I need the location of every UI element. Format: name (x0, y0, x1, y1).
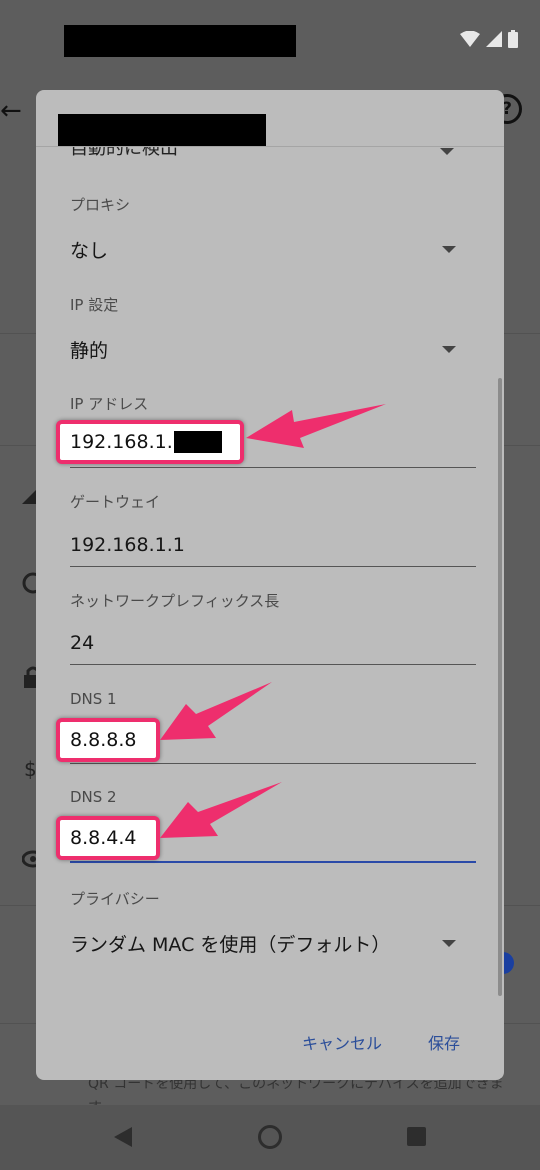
proxy-dropdown-arrow-icon[interactable] (442, 246, 456, 253)
ip-settings-select[interactable]: 静的 (70, 336, 108, 363)
dns1-input[interactable]: 8.8.8.8 (56, 718, 160, 762)
nav-back-icon[interactable] (114, 1127, 132, 1147)
battery-icon (508, 30, 518, 48)
redacted-status-text (64, 25, 296, 57)
ip-address-value: 192.168.1. (70, 431, 173, 453)
dns2-label: DNS 2 (70, 788, 117, 806)
redacted-dialog-title (58, 114, 266, 146)
proxy-select[interactable]: なし (70, 236, 108, 263)
dns2-value: 8.8.4.4 (70, 827, 137, 849)
dns1-label: DNS 1 (70, 690, 117, 708)
prefix-length-input[interactable]: 24 (70, 632, 94, 654)
status-icons (460, 30, 518, 48)
prefix-length-label: ネットワークプレフィックス長 (70, 592, 280, 610)
svg-text:$: $ (24, 757, 37, 779)
dns1-value: 8.8.8.8 (70, 729, 137, 751)
gateway-label: ゲートウェイ (70, 493, 161, 511)
proxy-label: プロキシ (70, 196, 131, 214)
ip-settings-dialog: 自動的に検出 プロキシ なし IP 設定 静的 IP アドレス 192.168.… (36, 90, 504, 1080)
nav-recents-icon[interactable] (407, 1127, 426, 1146)
cell-signal-icon (486, 31, 502, 47)
gateway-input[interactable]: 192.168.1.1 (70, 534, 185, 556)
dropdown-arrow-icon[interactable] (440, 148, 454, 155)
ip-address-input[interactable]: 192.168.1. (56, 420, 244, 464)
wifi-icon (460, 31, 480, 47)
ip-settings-label: IP 設定 (70, 296, 119, 314)
nav-home-icon[interactable] (258, 1125, 282, 1149)
privacy-dropdown-arrow-icon[interactable] (442, 940, 456, 947)
ip-address-label: IP アドレス (70, 395, 149, 413)
save-button[interactable]: 保存 (428, 1030, 460, 1054)
annotation-arrow-icon (160, 782, 282, 838)
title-divider (36, 146, 504, 147)
ip-settings-dropdown-arrow-icon[interactable] (442, 346, 456, 353)
status-bar (0, 0, 540, 80)
ip-address-underline (70, 467, 476, 468)
privacy-label: プライバシー (70, 890, 160, 908)
prefix-length-underline (70, 664, 476, 665)
annotation-arrow-icon (246, 404, 386, 448)
privacy-select[interactable]: ランダム MAC を使用（デフォルト） (70, 930, 390, 957)
navigation-bar (0, 1105, 540, 1170)
gateway-underline (70, 566, 476, 567)
dialog-scrollbar[interactable] (498, 378, 502, 996)
dns2-input[interactable]: 8.8.4.4 (56, 816, 160, 860)
cancel-button[interactable]: キャンセル (302, 1030, 382, 1054)
dns1-underline (70, 763, 476, 764)
redacted-ip-octet (173, 431, 222, 453)
annotation-arrow-icon (160, 682, 272, 740)
back-arrow-icon: ← (0, 96, 22, 126)
dns2-underline-active (70, 861, 476, 863)
